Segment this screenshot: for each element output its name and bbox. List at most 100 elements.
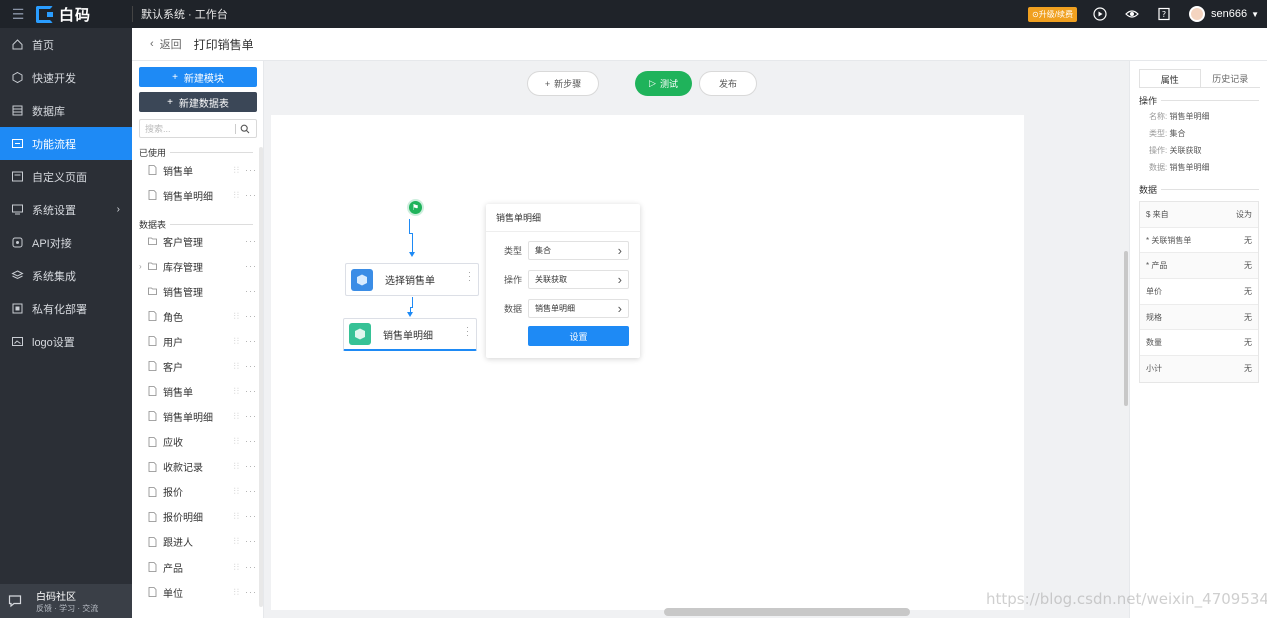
item-actions[interactable]: ⫶⫶ ··· — [233, 511, 257, 522]
nav-item-quick-dev[interactable]: 快速开发 — [0, 61, 132, 94]
item-actions[interactable]: ⫶⫶ ··· — [233, 436, 257, 447]
table-item[interactable]: 报价 ⫶⫶ ··· — [139, 484, 257, 500]
item-actions[interactable]: ⫶⫶ ··· — [233, 190, 257, 201]
more-icon[interactable]: ··· — [245, 165, 257, 176]
sliders-icon[interactable]: ⫶⫶ — [233, 165, 240, 176]
field-value[interactable]: 无 — [1244, 312, 1252, 323]
more-vertical-icon[interactable]: · · · — [466, 323, 469, 340]
scrollbar[interactable] — [259, 147, 263, 607]
nav-item-system-settings[interactable]: 系统设置 › — [0, 193, 132, 226]
operation-select[interactable]: 关联获取 — [528, 270, 630, 289]
field-value[interactable]: 无 — [1244, 286, 1252, 297]
nav-item-api[interactable]: API对接 — [0, 226, 132, 259]
nav-item-private-deploy[interactable]: 私有化部署 — [0, 292, 132, 325]
more-vertical-icon[interactable]: · · · — [468, 268, 471, 285]
type-select[interactable]: 集合 — [528, 241, 630, 260]
item-actions[interactable]: ⫶⫶ ··· — [233, 361, 257, 372]
help-icon[interactable]: ? — [1157, 7, 1171, 21]
more-icon[interactable]: ··· — [245, 236, 257, 246]
table-row[interactable]: * 关联销售单 无 — [1140, 228, 1258, 254]
table-item[interactable]: 产品 ⫶⫶ ··· — [139, 559, 257, 575]
item-actions[interactable]: ⫶⫶ ··· — [233, 336, 257, 347]
new-table-button[interactable]: + 新建数据表 — [139, 92, 257, 112]
item-actions[interactable]: ⫶⫶ ··· — [233, 562, 257, 573]
more-icon[interactable]: ··· — [245, 311, 257, 322]
folder-item[interactable]: › 库存管理 ··· — [139, 258, 257, 274]
sliders-icon[interactable]: ⫶⫶ — [233, 311, 240, 322]
horizontal-scrollbar[interactable] — [664, 608, 910, 616]
tab-properties[interactable]: 属性 — [1139, 69, 1201, 88]
more-icon[interactable]: ··· — [245, 486, 257, 497]
more-icon[interactable]: ··· — [245, 286, 257, 296]
item-actions[interactable]: ··· — [245, 286, 257, 296]
more-icon[interactable]: ··· — [245, 361, 257, 372]
table-item[interactable]: 应收 ⫶⫶ ··· — [139, 434, 257, 450]
item-actions[interactable]: ⫶⫶ ··· — [233, 165, 257, 176]
list-item[interactable]: 销售单明细 ⫶⫶ ··· — [139, 187, 257, 203]
more-icon[interactable]: ··· — [245, 336, 257, 347]
more-icon[interactable]: ··· — [245, 411, 257, 422]
item-actions[interactable]: ⫶⫶ ··· — [233, 486, 257, 497]
new-step-button[interactable]: + 新步骤 — [527, 71, 599, 96]
item-actions[interactable]: ⫶⫶ ··· — [233, 311, 257, 322]
table-row[interactable]: * 产品 无 — [1140, 253, 1258, 280]
more-icon[interactable]: ··· — [245, 190, 257, 201]
folder-item[interactable]: 销售管理 ··· — [139, 283, 257, 299]
table-item[interactable]: 用户 ⫶⫶ ··· — [139, 333, 257, 349]
item-actions[interactable]: ··· — [245, 236, 257, 246]
item-actions[interactable]: ⫶⫶ ··· — [233, 411, 257, 422]
field-value[interactable]: 无 — [1244, 260, 1252, 271]
sliders-icon[interactable]: ⫶⫶ — [233, 511, 240, 522]
start-node[interactable]: ⚑ — [407, 199, 424, 216]
field-value[interactable]: 无 — [1244, 337, 1252, 348]
sliders-icon[interactable]: ⫶⫶ — [233, 536, 240, 547]
table-row[interactable]: 小计 无 — [1140, 356, 1258, 382]
sliders-icon[interactable]: ⫶⫶ — [233, 436, 240, 447]
sliders-icon[interactable]: ⫶⫶ — [233, 486, 240, 497]
list-item[interactable]: 销售单 ⫶⫶ ··· — [139, 162, 257, 178]
new-module-button[interactable]: + 新建模块 — [139, 67, 257, 87]
item-actions[interactable]: ··· — [245, 261, 257, 271]
back-button[interactable]: ‹ 返回 — [150, 36, 182, 52]
nav-item-function-flow[interactable]: 功能流程 — [0, 127, 132, 160]
table-row[interactable]: 规格 无 — [1140, 304, 1258, 331]
more-icon[interactable]: ··· — [245, 461, 257, 472]
table-item[interactable]: 销售单 ⫶⫶ ··· — [139, 383, 257, 399]
item-actions[interactable]: ⫶⫶ ··· — [233, 587, 257, 598]
sliders-icon[interactable]: ⫶⫶ — [233, 190, 240, 201]
sliders-icon[interactable]: ⫶⫶ — [233, 411, 240, 422]
sliders-icon[interactable]: ⫶⫶ — [233, 361, 240, 372]
item-actions[interactable]: ⫶⫶ ··· — [233, 386, 257, 397]
field-value[interactable]: 无 — [1244, 235, 1252, 246]
chevron-down-icon[interactable]: ▼ — [1251, 10, 1259, 19]
flow-step-order-detail[interactable]: 销售单明细 · · · — [343, 318, 477, 351]
table-item[interactable]: 角色 ⫶⫶ ··· — [139, 308, 257, 324]
table-item[interactable]: 销售单明细 ⫶⫶ ··· — [139, 408, 257, 424]
item-actions[interactable]: ⫶⫶ ··· — [233, 536, 257, 547]
table-item[interactable]: 客户 ⫶⫶ ··· — [139, 358, 257, 374]
sliders-icon[interactable]: ⫶⫶ — [233, 336, 240, 347]
play-icon[interactable] — [1093, 7, 1107, 21]
chevron-right-icon[interactable]: › — [139, 262, 148, 271]
nav-item-home[interactable]: 首页 — [0, 28, 132, 61]
more-icon[interactable]: ··· — [245, 511, 257, 522]
sliders-icon[interactable]: ⫶⫶ — [233, 386, 240, 397]
table-row[interactable]: $ 来自 设为 — [1140, 202, 1258, 228]
nav-item-integration[interactable]: 系统集成 — [0, 259, 132, 292]
sliders-icon[interactable]: ⫶⫶ — [233, 461, 240, 472]
data-select[interactable]: 销售单明细 — [528, 299, 630, 318]
avatar[interactable] — [1188, 6, 1205, 22]
table-item[interactable]: 报价明细 ⫶⫶ ··· — [139, 509, 257, 525]
eye-icon[interactable] — [1125, 7, 1139, 21]
table-item[interactable]: 跟进人 ⫶⫶ ··· — [139, 534, 257, 550]
nav-item-logo-settings[interactable]: logo设置 — [0, 325, 132, 358]
system-breadcrumb[interactable]: 默认系统 · 工作台 — [141, 6, 228, 22]
more-icon[interactable]: ··· — [245, 261, 257, 271]
search-input[interactable]: 搜索... — [139, 119, 257, 138]
menu-toggle-icon[interactable]: ☰ — [0, 6, 36, 23]
nav-item-custom-page[interactable]: 自定义页面 — [0, 160, 132, 193]
sliders-icon[interactable]: ⫶⫶ — [233, 562, 240, 573]
vertical-scrollbar[interactable] — [1124, 251, 1128, 406]
more-icon[interactable]: ··· — [245, 436, 257, 447]
field-value[interactable]: 设为 — [1236, 209, 1252, 220]
